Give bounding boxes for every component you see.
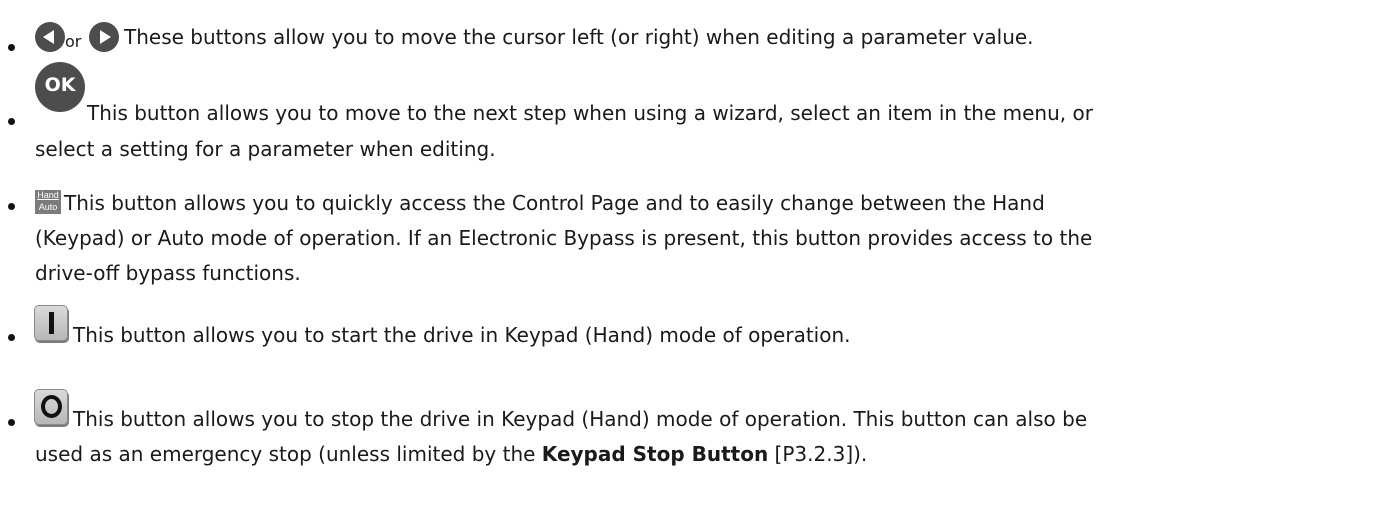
hand-auto-button-icon: Hand Auto — [35, 190, 61, 214]
bullet-text: This button allows you to stop the drive… — [73, 407, 1088, 431]
bullet-connector: or — [65, 32, 82, 51]
ok-button-icon: OK — [35, 62, 85, 112]
stop-button-icon — [34, 389, 68, 425]
bullet-marker — [8, 203, 15, 210]
arrow-left-button-icon — [35, 22, 65, 52]
bullet-marker — [8, 419, 15, 426]
arrow-right-button-icon — [89, 22, 119, 52]
bullet-text: These buttons allow you to move the curs… — [124, 25, 1034, 49]
bullet-text: This button allows you to start the driv… — [73, 323, 851, 347]
start-button-icon — [34, 305, 68, 341]
bullet-text-pre: used as an emergency stop (unless limite… — [35, 442, 542, 466]
parameter-name: Keypad Stop Button — [541, 442, 769, 466]
bullet-text: (Keypad) or Auto mode of operation. If a… — [35, 226, 1093, 250]
auto-label: Auto — [38, 202, 58, 212]
bullet-marker — [8, 334, 15, 341]
bullet-text-post: [P3.2.3]). — [768, 442, 868, 466]
hand-label: Hand — [37, 190, 59, 200]
bullet-text: This button allows you to quickly access… — [64, 191, 1045, 215]
bullet-text: This button allows you to move to the ne… — [87, 101, 1093, 125]
bullet-marker — [8, 44, 15, 51]
bullet-text: drive-off bypass functions. — [35, 261, 301, 285]
ok-label: OK — [44, 74, 76, 96]
bullet-text: select a setting for a parameter when ed… — [35, 137, 496, 161]
bullet-text-line: used as an emergency stop (unless limite… — [35, 440, 867, 468]
bullet-marker — [8, 118, 15, 125]
